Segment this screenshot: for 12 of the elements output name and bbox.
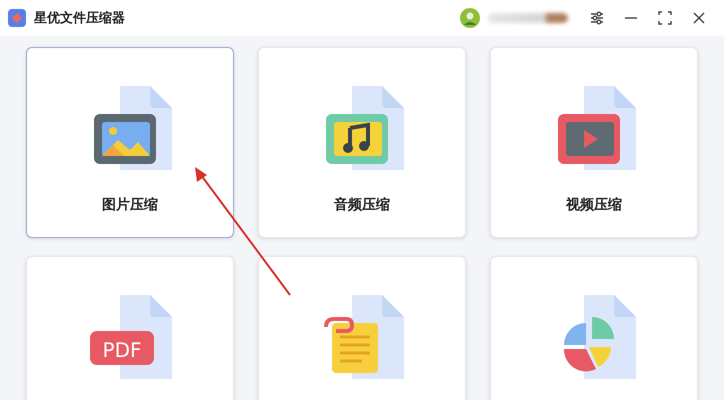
card-label: 图片压缩 bbox=[102, 196, 158, 214]
tool-card[interactable]: 图片压缩 bbox=[26, 47, 234, 238]
sliders-icon bbox=[589, 10, 605, 26]
card-label: 视频压缩 bbox=[566, 196, 622, 214]
avatar-icon[interactable] bbox=[460, 8, 480, 28]
card-label: 音频压缩 bbox=[334, 196, 390, 214]
maximize-icon bbox=[658, 11, 672, 25]
app-logo-icon bbox=[8, 9, 26, 27]
tool-card[interactable]: 视频压缩 bbox=[490, 47, 698, 238]
close-icon bbox=[692, 11, 706, 25]
tool-card[interactable]: 音频压缩 bbox=[258, 47, 466, 238]
window-title: 星优文件压缩器 bbox=[34, 10, 126, 27]
